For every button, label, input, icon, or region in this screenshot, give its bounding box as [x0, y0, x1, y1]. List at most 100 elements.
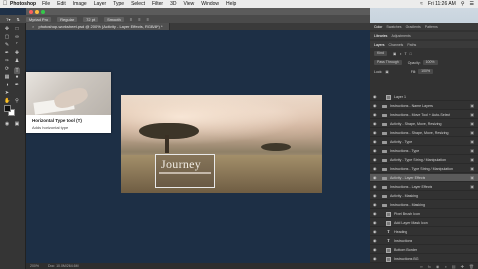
visibility-eye-icon[interactable]: ◉	[373, 147, 378, 155]
menu-edit[interactable]: Edit	[57, 1, 66, 7]
layer-row[interactable]: ◉ Activity - Type String / Manipulation ▣	[370, 156, 478, 164]
search-icon[interactable]: ⚲	[461, 1, 465, 7]
new-group-icon[interactable]: ▤	[452, 264, 456, 269]
dodge-tool-icon[interactable]: ◑	[4, 82, 10, 88]
visibility-eye-icon[interactable]: ◉	[373, 138, 378, 146]
filter-shape-icon[interactable]: □	[410, 52, 412, 56]
type-layer-box[interactable]: Journey	[155, 154, 215, 188]
blend-mode-select[interactable]: Pass Through	[374, 60, 402, 65]
layer-name[interactable]: Pixel Brush Icon	[394, 210, 420, 218]
visibility-eye-icon[interactable]: ◉	[373, 93, 378, 101]
menu-app-name[interactable]: Photoshop	[10, 1, 36, 7]
font-family-select[interactable]: Myriad Pro	[25, 16, 52, 22]
layer-name[interactable]: Instructions - Move Tool + Auto-Select	[390, 111, 450, 119]
align-right-icon[interactable]: ≡	[147, 17, 149, 22]
layer-name[interactable]: Instructions	[394, 237, 412, 245]
filter-type-icon[interactable]: T	[404, 52, 406, 56]
gradient-tool-icon[interactable]: ▦	[4, 74, 10, 80]
adjustment-layer-icon[interactable]: ◑	[444, 264, 446, 269]
lasso-tool-icon[interactable]: ∞	[14, 34, 20, 40]
layer-row[interactable]: ◉ Instructions - Layer Effects ▣	[370, 183, 478, 191]
visibility-eye-icon[interactable]: ◉	[373, 102, 378, 110]
zoom-tool-icon[interactable]: ⚲	[14, 98, 20, 104]
close-tab-icon[interactable]: ×	[32, 24, 34, 29]
visibility-eye-icon[interactable]: ◉	[373, 246, 378, 254]
delete-layer-icon[interactable]: 🗑	[469, 264, 474, 269]
layer-row[interactable]: ◉ Activity - Shape, Move, Resizing ▣	[370, 120, 478, 128]
visibility-eye-icon[interactable]: ◉	[373, 210, 378, 218]
quick-mask-icon[interactable]: ◉	[4, 121, 10, 127]
clock[interactable]: Fri 11:26 AM	[428, 1, 456, 7]
text-orientation-icon[interactable]: ⇅	[16, 17, 19, 22]
history-brush-tool-icon[interactable]: ⟳	[4, 66, 10, 72]
font-size-select[interactable]: 72 pt	[83, 16, 99, 22]
fill-field[interactable]: 100%	[418, 69, 434, 74]
layer-row[interactable]: ◉ T Heading	[370, 228, 478, 236]
layer-row[interactable]: ◉ Activity - Type ▣	[370, 138, 478, 146]
lock-icon[interactable]: ▣	[385, 70, 388, 74]
font-style-select[interactable]: Regular	[57, 16, 78, 22]
visibility-eye-icon[interactable]: ◉	[373, 156, 378, 164]
document-image[interactable]: Journey	[121, 95, 322, 193]
horizontal-type-tool-icon[interactable]: T	[14, 68, 20, 74]
tab-libraries[interactable]: Libraries	[374, 34, 387, 38]
visibility-eye-icon[interactable]: ◉	[373, 183, 378, 191]
layer-name[interactable]: Instructions - Type	[390, 147, 419, 155]
menu-window[interactable]: Window	[201, 1, 219, 7]
layer-name[interactable]: Activity - Layer Effects	[390, 174, 425, 182]
document-tab[interactable]: × photoshop-worksheet.psd @ 200% (Activi…	[26, 23, 170, 30]
align-center-icon[interactable]: ≡	[138, 17, 140, 22]
layer-name[interactable]: Instructions - Layer Effects	[390, 183, 432, 191]
layer-row[interactable]: ◉ Instructions - Type String / Manipulati…	[370, 165, 478, 173]
layer-row[interactable]: ◉ Pixel Brush Icon	[370, 210, 478, 218]
menu-type[interactable]: Type	[113, 1, 124, 7]
layer-style-icon[interactable]: fx	[428, 264, 431, 269]
close-window-icon[interactable]	[29, 10, 33, 14]
layer-row[interactable]: ◉ Layer 1	[370, 93, 478, 101]
layer-row[interactable]: ◉ T Instructions	[370, 237, 478, 245]
menu-list-icon[interactable]: ☰	[470, 1, 474, 7]
layer-row[interactable]: ◉ Instructions - Move Tool + Auto-Select ▣	[370, 111, 478, 119]
canvas-area[interactable]: Journey	[26, 30, 370, 263]
screen-mode-icon[interactable]: ▣	[14, 121, 20, 127]
tab-patterns[interactable]: Patterns	[425, 25, 438, 29]
layer-row[interactable]: ◉ Instructions - Type ▣	[370, 147, 478, 155]
layer-name[interactable]: Activity - Type String / Manipulation	[390, 156, 446, 164]
eyedropper-tool-icon[interactable]: ✒	[4, 50, 10, 56]
foreground-color-swatch[interactable]	[4, 105, 11, 112]
path-select-tool-icon[interactable]: ➤	[4, 90, 10, 96]
antialias-select[interactable]: Smooth	[104, 16, 124, 22]
layer-name[interactable]: Instructions - Shape, Move, Resizing	[390, 129, 449, 137]
layer-name[interactable]: Activity - Shape, Move, Resizing	[390, 120, 442, 128]
link-layers-icon[interactable]: ∞	[420, 264, 423, 269]
visibility-eye-icon[interactable]: ◉	[373, 111, 378, 119]
layer-row[interactable]: ◉ Add Layer Mask Icon	[370, 219, 478, 227]
pen-tool-icon[interactable]: ✒	[14, 82, 20, 88]
tab-swatches[interactable]: Swatches	[386, 25, 401, 29]
visibility-eye-icon[interactable]: ◉	[373, 120, 378, 128]
menu-select[interactable]: Select	[131, 1, 145, 7]
clone-stamp-tool-icon[interactable]: ♟	[14, 58, 20, 64]
layer-name[interactable]: Activity - Type	[390, 138, 412, 146]
type-tool-preset-icon[interactable]: T▾	[6, 17, 10, 22]
visibility-eye-icon[interactable]: ◉	[373, 228, 378, 236]
filter-adjust-icon[interactable]: ◑	[399, 52, 401, 56]
menu-image[interactable]: Image	[73, 1, 87, 7]
tab-layers[interactable]: Layers	[374, 43, 385, 47]
minimize-window-icon[interactable]	[35, 10, 39, 14]
doc-size[interactable]: Doc: 10.0M/264.6M	[48, 264, 79, 268]
healing-brush-tool-icon[interactable]: ✚	[14, 50, 20, 56]
visibility-eye-icon[interactable]: ◉	[373, 165, 378, 173]
layer-mask-icon[interactable]: ◉	[436, 264, 440, 269]
opacity-field[interactable]: 100%	[422, 60, 438, 65]
layer-name[interactable]: Add Layer Mask Icon	[394, 219, 428, 227]
menu-view[interactable]: View	[184, 1, 195, 7]
visibility-eye-icon[interactable]: ◉	[373, 255, 378, 263]
layer-name[interactable]: Instructions BG	[394, 255, 419, 263]
layer-row[interactable]: ◉ Instructions - Shape, Move, Resizing ▣	[370, 129, 478, 137]
layer-name[interactable]: Instructions - Type String / Manipulatio…	[390, 165, 453, 173]
menu-layer[interactable]: Layer	[94, 1, 107, 7]
filter-pixel-icon[interactable]: ▣	[393, 52, 396, 56]
layer-name[interactable]: Instructions - Name Layers	[390, 102, 433, 110]
artboard-tool-icon[interactable]: □	[14, 26, 20, 32]
